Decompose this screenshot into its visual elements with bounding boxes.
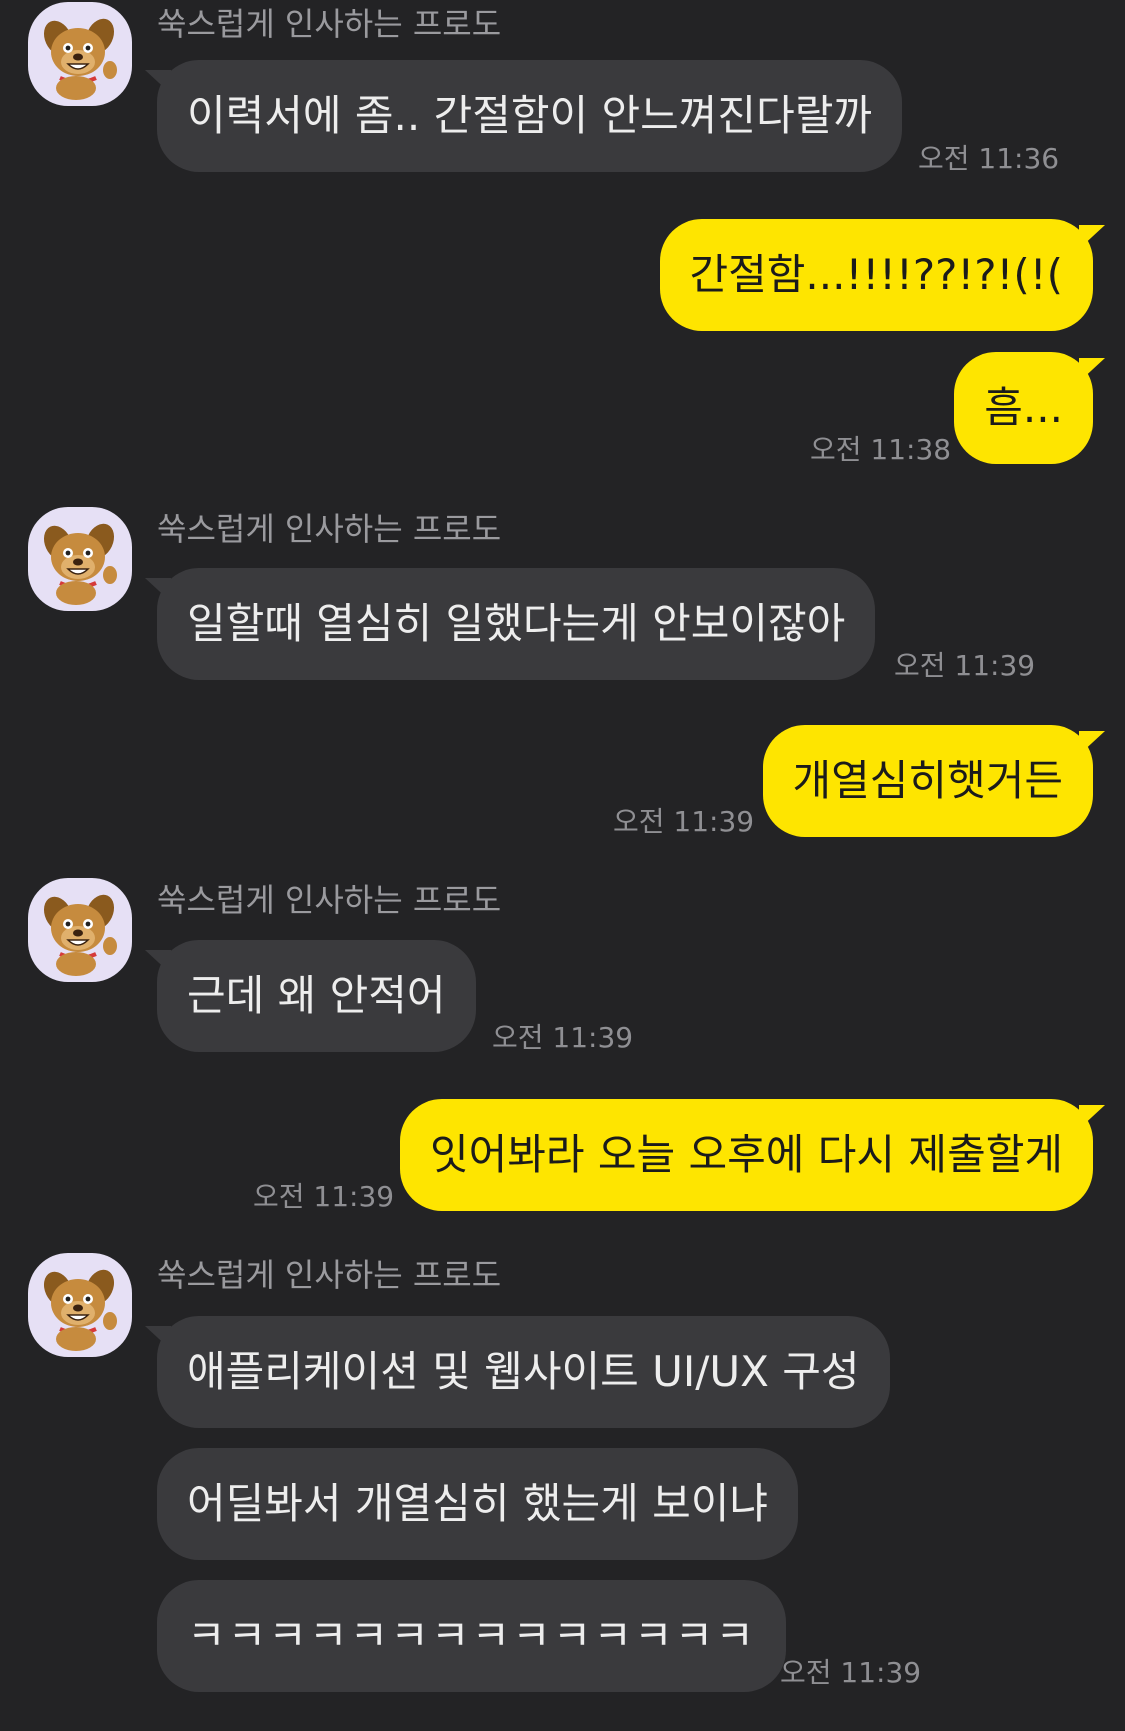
message-timestamp: 오전 11:39 xyxy=(894,649,1036,682)
outgoing-message-bubble[interactable]: 잇어봐라 오늘 오후에 다시 제출할게 xyxy=(399,1099,1106,1211)
outgoing-message-bubble[interactable]: 흠... xyxy=(954,352,1105,464)
frodo-dog-character-icon[interactable] xyxy=(28,1253,132,1357)
frodo-dog-character-icon[interactable] xyxy=(28,507,132,611)
message-timestamp: 오전 11:39 xyxy=(253,1180,395,1213)
message-timestamp: 오전 11:39 xyxy=(492,1021,634,1054)
sender-name: 쑥스럽게 인사하는 프로도 xyxy=(157,5,502,43)
sender-name: 쑥스럽게 인사하는 프로도 xyxy=(157,1256,502,1294)
message-timestamp: 오전 11:39 xyxy=(780,1656,922,1689)
outgoing-message-bubble[interactable]: 개열심히햇거든 xyxy=(762,725,1106,837)
outgoing-message-bubble[interactable]: 간절함...!!!!??!?!(!( xyxy=(659,219,1106,331)
message-timestamp: 오전 11:36 xyxy=(918,142,1060,175)
incoming-message-bubble[interactable]: 일할때 열심히 일했다는게 안보이잖아 xyxy=(144,568,876,680)
message-timestamp: 오전 11:39 xyxy=(613,805,755,838)
frodo-dog-character-icon[interactable] xyxy=(28,2,132,106)
frodo-dog-character-icon[interactable] xyxy=(28,878,132,982)
incoming-message-bubble[interactable]: 근데 왜 안적어 xyxy=(145,940,476,1052)
incoming-message-bubble[interactable]: 이력서에 좀.. 간절함이 안느껴진다랄까 xyxy=(145,60,902,172)
sender-name: 쑥스럽게 인사하는 프로도 xyxy=(157,510,502,548)
incoming-message-bubble[interactable]: 어딜봐서 개열심히 했는게 보이냐 xyxy=(157,1448,799,1560)
message-timestamp: 오전 11:38 xyxy=(810,433,952,466)
incoming-message-bubble[interactable]: 애플리케이션 및 웹사이트 UI/UX 구성 xyxy=(145,1316,890,1428)
incoming-message-bubble[interactable]: ㅋㅋㅋㅋㅋㅋㅋㅋㅋㅋㅋㅋㅋㅋ xyxy=(157,1580,786,1692)
sender-name: 쑥스럽게 인사하는 프로도 xyxy=(157,881,502,919)
